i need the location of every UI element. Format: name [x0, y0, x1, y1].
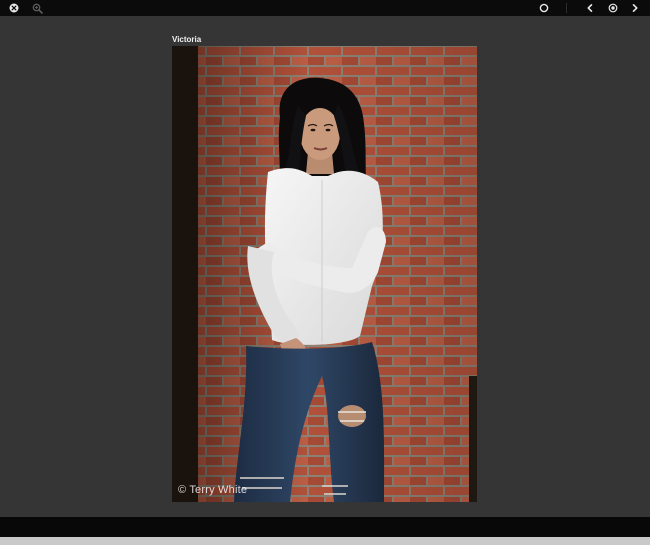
photo-watermark: © Terry White	[178, 484, 248, 496]
photo-caption: Victoria	[172, 35, 202, 44]
play-button[interactable]	[605, 0, 621, 16]
previous-button[interactable]	[582, 0, 598, 16]
portrait-image	[172, 46, 477, 502]
next-button[interactable]	[627, 0, 643, 16]
zoom-button[interactable]	[29, 0, 45, 16]
browser-status-strip	[0, 537, 650, 545]
toolbar-divider	[566, 3, 567, 13]
zoom-icon	[32, 3, 43, 14]
close-icon	[9, 3, 19, 13]
lightbox-photo[interactable]: © Terry White	[172, 46, 477, 502]
previous-icon	[587, 4, 593, 12]
lightbox-footer	[0, 517, 650, 537]
play-icon	[608, 3, 618, 13]
next-icon	[632, 4, 638, 12]
slideshow-icon	[539, 3, 549, 13]
close-button[interactable]	[6, 0, 22, 16]
slideshow-button[interactable]	[536, 0, 552, 16]
lightbox-toolbar	[0, 0, 650, 16]
